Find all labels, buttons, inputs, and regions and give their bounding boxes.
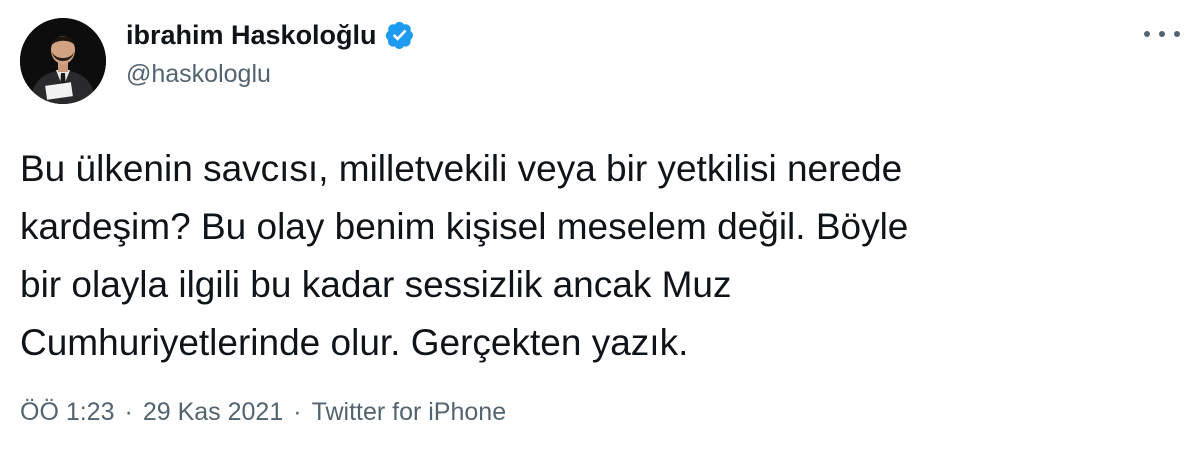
author-display-name[interactable]: ibrahim Haskoloğlu (126, 20, 377, 51)
tweet-source[interactable]: Twitter for iPhone (312, 398, 507, 427)
more-dot (1159, 31, 1165, 37)
tweet-date[interactable]: 29 Kas 2021 (143, 398, 283, 427)
verified-badge-icon (385, 20, 415, 50)
tweet-text: Bu ülkenin savcısı, milletvekili veya bi… (20, 148, 909, 363)
author-name-row: ibrahim Haskoloğlu (126, 18, 415, 52)
author-handle[interactable]: @haskologlu (126, 60, 271, 89)
more-dot (1144, 31, 1150, 37)
more-dot (1174, 31, 1180, 37)
tweet-time[interactable]: ÖÖ 1:23 (20, 398, 115, 427)
tweet-meta: ÖÖ 1:23 · 29 Kas 2021 · Twitter for iPho… (20, 398, 506, 427)
meta-separator: · (124, 398, 133, 426)
tweet-card: ibrahim Haskoloğlu @haskologlu Bu ülkeni… (0, 0, 1200, 458)
profile-photo (20, 18, 106, 104)
meta-separator: · (293, 398, 302, 426)
more-options-icon[interactable] (1144, 24, 1180, 44)
avatar[interactable] (20, 18, 106, 104)
